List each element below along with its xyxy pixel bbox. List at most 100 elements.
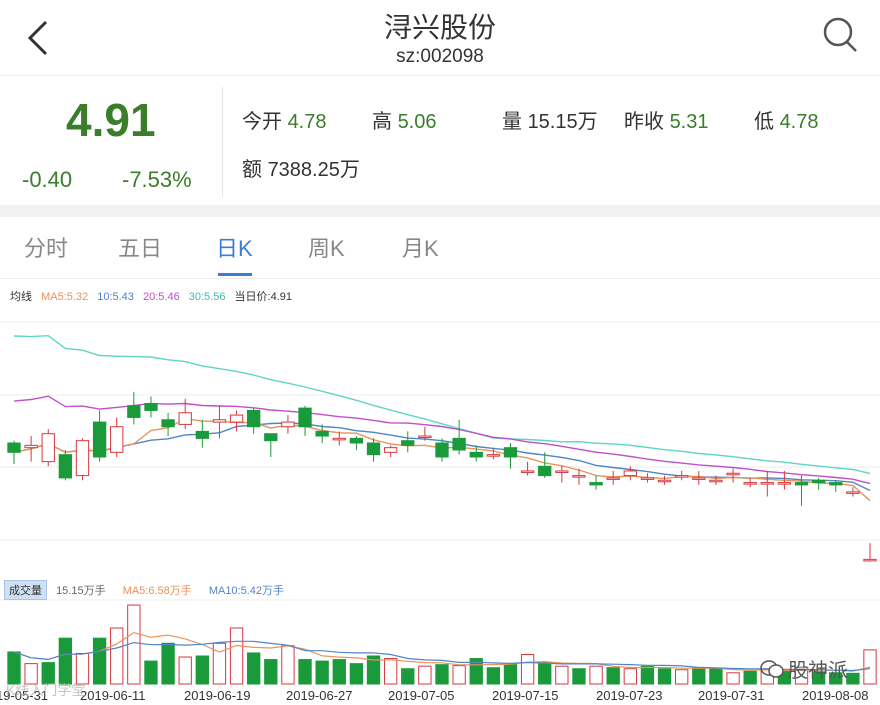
watermark-left: K线入门学堂 xyxy=(6,682,86,698)
candle-body xyxy=(640,477,655,480)
stat-open: 今开 4.78 xyxy=(242,105,327,134)
stat-amount-value: 7388.25万 xyxy=(267,159,360,181)
volume-bar xyxy=(92,637,107,685)
stat-low: 低 4.78 xyxy=(754,105,819,134)
date-tick: 2019-06-11 xyxy=(80,688,146,703)
stat-low-label: 低 xyxy=(754,111,774,133)
candle-body xyxy=(383,447,398,453)
stat-high-label: 高 xyxy=(372,111,392,133)
stat-prev-close-value: 5.31 xyxy=(669,111,709,133)
chart-tabs: 分时 五日 日K 周K 月K xyxy=(0,217,880,279)
candle-body xyxy=(675,475,689,478)
candle-body xyxy=(332,437,346,441)
candle-body xyxy=(743,482,757,485)
tab-daily-k[interactable]: 日K xyxy=(216,231,253,263)
kline-chart[interactable] xyxy=(0,300,880,688)
candle-body xyxy=(92,421,107,458)
stock-code: sz:002098 xyxy=(396,46,484,67)
candle-body xyxy=(863,558,877,562)
volume-bar xyxy=(212,642,227,685)
candle-body xyxy=(7,442,21,453)
candle-body xyxy=(212,419,227,423)
candle-body xyxy=(606,477,620,480)
candle-body xyxy=(264,433,278,442)
candle-body xyxy=(315,430,329,437)
date-tick: 2019-07-05 xyxy=(388,688,455,703)
candle-body xyxy=(24,444,38,449)
volume-bar xyxy=(726,672,740,685)
date-tick: 2019-06-19 xyxy=(184,688,251,703)
volume-bar xyxy=(657,668,672,685)
volume-bar xyxy=(247,652,261,685)
candle-body xyxy=(349,437,364,444)
volume-bar xyxy=(58,637,73,685)
candle-body xyxy=(657,479,672,483)
candle-body xyxy=(572,475,586,478)
tab-weekly-k[interactable]: 周K xyxy=(308,231,345,263)
stat-open-label: 今开 xyxy=(242,111,282,133)
volume-bar xyxy=(435,664,449,685)
volume-bar xyxy=(606,667,620,685)
candle-body xyxy=(692,477,706,480)
volume-bar xyxy=(846,672,860,685)
volume-bar xyxy=(503,664,518,685)
active-tab-indicator xyxy=(218,273,252,276)
search-icon xyxy=(823,17,857,52)
volume-bar xyxy=(195,655,209,685)
date-tick: 2019-07-23 xyxy=(596,688,663,703)
divider xyxy=(222,87,223,197)
candle-body xyxy=(589,482,603,486)
candle-body xyxy=(777,482,792,485)
tab-five-day[interactable]: 五日 xyxy=(118,231,162,263)
volume-bar xyxy=(640,665,655,685)
candle-body xyxy=(486,454,501,457)
tab-intraday[interactable]: 分时 xyxy=(24,231,68,263)
volume-bar xyxy=(349,663,364,685)
volume-value: 15.15万手 xyxy=(56,585,106,597)
candle-body xyxy=(401,440,415,446)
stat-prev-close-label: 昨收 xyxy=(624,111,664,133)
stat-volume-value: 15.15万 xyxy=(527,111,598,133)
candle-body xyxy=(794,482,809,486)
stat-amount-label: 额 xyxy=(242,159,262,181)
stat-open-value: 4.78 xyxy=(287,111,327,133)
date-tick: 2019-07-31 xyxy=(698,688,765,703)
tab-monthly-k[interactable]: 月K xyxy=(402,231,439,263)
volume-bar xyxy=(281,645,295,685)
volume-bar xyxy=(178,656,192,685)
volume-bar xyxy=(229,627,244,685)
candle-body xyxy=(281,421,295,428)
volume-bar xyxy=(110,627,124,685)
candle-body xyxy=(760,482,774,485)
price-change: -0.40 xyxy=(22,167,73,192)
candle-body xyxy=(503,447,518,458)
stat-low-value: 4.78 xyxy=(779,111,819,133)
date-tick: 2019-08-08 xyxy=(802,688,869,703)
volume-tag[interactable]: 成交量 xyxy=(4,580,47,600)
volume-bar xyxy=(161,642,175,685)
candle-body xyxy=(41,433,55,463)
stat-volume: 量 15.15万 xyxy=(502,105,598,134)
stat-prev-close: 昨收 5.31 xyxy=(624,105,709,134)
volume-bar xyxy=(315,660,329,685)
volume-bar xyxy=(264,659,278,685)
candle-body xyxy=(452,437,466,451)
candle-body xyxy=(469,451,483,458)
stat-high: 高 5.06 xyxy=(372,105,437,134)
search-button[interactable] xyxy=(818,12,862,56)
candle-body xyxy=(726,472,740,476)
volume-legend: 成交量 15.15万手 MA5:6.58万手 MA10:5.42万手 xyxy=(4,580,284,600)
candle-body xyxy=(58,454,73,479)
candle-body xyxy=(178,412,192,425)
candle-body xyxy=(298,407,312,428)
volume-bar xyxy=(692,667,706,685)
stat-high-value: 5.06 xyxy=(397,111,437,133)
chat-bubble-icon xyxy=(760,659,784,678)
volume-bar xyxy=(709,668,723,685)
candle-body xyxy=(127,405,141,418)
volume-bar xyxy=(520,653,535,685)
volume-bar xyxy=(589,665,603,685)
volume-bar xyxy=(298,659,312,685)
volume-ma5: MA5:6.58万手 xyxy=(122,585,192,597)
candle-body xyxy=(555,470,569,473)
